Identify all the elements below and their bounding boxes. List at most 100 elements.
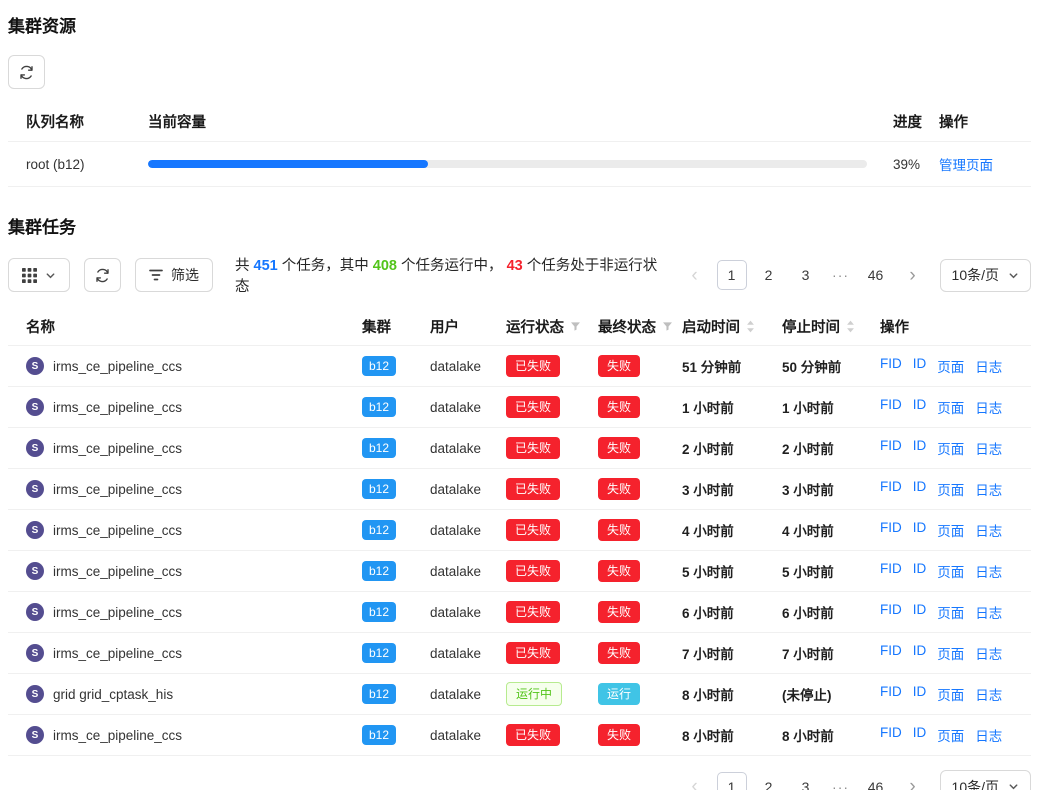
next-page-button[interactable]: › [898,260,928,290]
queue-name: root (b12) [8,157,148,172]
run-status-filter-icon[interactable] [570,321,581,332]
page-size-select[interactable]: 10条/页 [940,259,1031,292]
cluster-resources-title: 集群资源 [8,12,1031,37]
refresh-tasks-button[interactable] [84,258,121,292]
task-action-link-id[interactable]: ID [913,643,927,663]
page-button-2[interactable]: 2 [754,772,784,790]
task-action-link-页面[interactable]: 页面 [937,520,964,540]
task-action-link-id[interactable]: ID [913,438,927,458]
task-action-link-页面[interactable]: 页面 [937,602,964,622]
task-action-link-id[interactable]: ID [913,479,927,499]
header-current-capacity: 当前容量 [148,111,869,132]
cluster-tasks-table: 名称 集群 用户 运行状态 最终状态 启动时间 [8,308,1031,756]
task-action-link-日志[interactable]: 日志 [975,643,1002,663]
task-action-link-id[interactable]: ID [913,520,927,540]
page-ellipsis[interactable]: ··· [828,267,854,283]
spark-avatar-icon: S [26,357,44,375]
task-action-link-日志[interactable]: 日志 [975,561,1002,581]
final-status-tag: 失败 [598,519,640,541]
task-action-link-页面[interactable]: 页面 [937,479,964,499]
header-start-time: 启动时间 [682,316,740,337]
header-progress: 进度 [869,111,939,132]
stop-time: 3 小时前 [782,479,880,499]
layout-grid-button[interactable] [8,258,70,292]
page-button-2[interactable]: 2 [754,260,784,290]
refresh-resources-button[interactable] [8,55,45,89]
page-size-select[interactable]: 10条/页 [940,770,1031,790]
prev-page-button[interactable]: ‹ [680,260,710,290]
header-operations: 操作 [880,316,1031,337]
task-action-link-fid[interactable]: FID [880,438,902,458]
task-action-link-页面[interactable]: 页面 [937,561,964,581]
task-action-link-日志[interactable]: 日志 [975,438,1002,458]
task-action-link-id[interactable]: ID [913,684,927,704]
cluster-tag: b12 [362,520,396,540]
header-stop-time: 停止时间 [782,316,840,337]
task-action-link-id[interactable]: ID [913,725,927,745]
prev-page-button[interactable]: ‹ [680,772,710,790]
task-action-link-id[interactable]: ID [913,356,927,376]
task-action-link-页面[interactable]: 页面 [937,438,964,458]
task-action-link-日志[interactable]: 日志 [975,725,1002,745]
task-action-link-日志[interactable]: 日志 [975,520,1002,540]
refresh-icon [95,268,110,283]
task-action-link-fid[interactable]: FID [880,520,902,540]
task-action-link-id[interactable]: ID [913,397,927,417]
page-button-46[interactable]: 46 [861,772,891,790]
task-action-link-页面[interactable]: 页面 [937,684,964,704]
task-action-link-日志[interactable]: 日志 [975,356,1002,376]
run-status-tag: 已失败 [506,601,560,623]
page-ellipsis[interactable]: ··· [828,779,854,790]
task-action-link-fid[interactable]: FID [880,684,902,704]
final-status-tag: 失败 [598,437,640,459]
task-name: irms_ce_pipeline_ccs [53,400,182,415]
start-time: 8 小时前 [682,725,782,745]
task-action-link-fid[interactable]: FID [880,397,902,417]
tasks-header-row: 名称 集群 用户 运行状态 最终状态 启动时间 [8,308,1031,346]
spark-avatar-icon: S [26,726,44,744]
task-action-link-fid[interactable]: FID [880,602,902,622]
task-user: datalake [430,359,506,374]
start-time-sort-icon[interactable] [746,320,755,333]
task-name: irms_ce_pipeline_ccs [53,564,182,579]
page-button-3[interactable]: 3 [791,772,821,790]
next-page-button[interactable]: › [898,772,928,790]
task-action-link-日志[interactable]: 日志 [975,479,1002,499]
task-action-link-fid[interactable]: FID [880,561,902,581]
task-action-link-fid[interactable]: FID [880,643,902,663]
cluster-tag: b12 [362,356,396,376]
table-row: root (b12) 39% 管理页面 [8,141,1031,187]
table-row: S irms_ce_pipeline_ccs b12 datalake 已失败 … [8,551,1031,592]
stop-time-sort-icon[interactable] [846,320,855,333]
task-action-link-fid[interactable]: FID [880,479,902,499]
page-button-3[interactable]: 3 [791,260,821,290]
task-action-link-id[interactable]: ID [913,561,927,581]
filter-button[interactable]: 筛选 [135,258,213,292]
table-row: S irms_ce_pipeline_ccs b12 datalake 已失败 … [8,387,1031,428]
final-status-tag: 运行 [598,683,640,705]
filter-button-label: 筛选 [171,265,199,285]
task-action-link-页面[interactable]: 页面 [937,397,964,417]
final-status-filter-icon[interactable] [662,321,673,332]
task-action-link-日志[interactable]: 日志 [975,397,1002,417]
manage-page-link[interactable]: 管理页面 [939,158,993,173]
page-button-46[interactable]: 46 [861,260,891,290]
cluster-tag: b12 [362,602,396,622]
task-action-link-fid[interactable]: FID [880,725,902,745]
table-row: S irms_ce_pipeline_ccs b12 datalake 已失败 … [8,428,1031,469]
task-action-link-fid[interactable]: FID [880,356,902,376]
task-action-link-日志[interactable]: 日志 [975,684,1002,704]
task-action-link-页面[interactable]: 页面 [937,643,964,663]
task-action-link-id[interactable]: ID [913,602,927,622]
filter-lines-icon [149,269,163,281]
task-action-link-日志[interactable]: 日志 [975,602,1002,622]
stop-time: 6 小时前 [782,602,880,622]
spark-avatar-icon: S [26,398,44,416]
final-status-tag: 失败 [598,396,640,418]
task-action-link-页面[interactable]: 页面 [937,356,964,376]
task-action-link-页面[interactable]: 页面 [937,725,964,745]
page-button-1[interactable]: 1 [717,772,747,790]
page: 集群资源 队列名称 当前容量 进度 操作 root (b12) [0,0,1039,790]
page-button-1[interactable]: 1 [717,260,747,290]
final-status-tag: 失败 [598,601,640,623]
